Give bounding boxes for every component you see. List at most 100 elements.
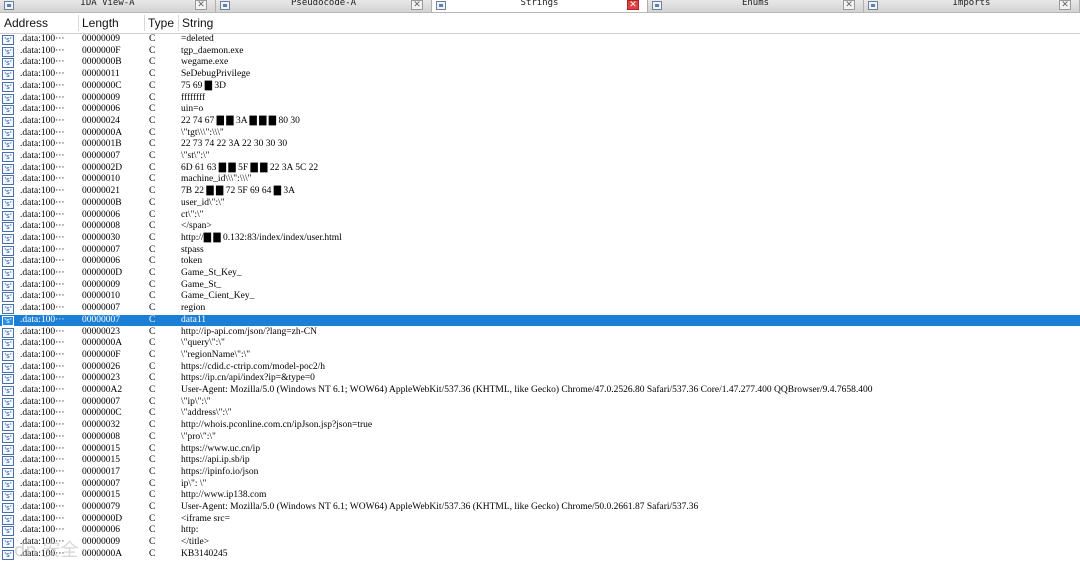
table-row[interactable]: .data:100··· 0000000F Ctgp_daemon.exe	[0, 46, 1080, 58]
column-header-type[interactable]: Type	[144, 13, 178, 33]
cell-address: .data:100···	[20, 373, 65, 384]
table-row[interactable]: .data:100··· 00000015 Chttps://api.ip.sb/i…	[0, 455, 1080, 467]
close-icon[interactable]: ✕	[195, 0, 207, 10]
string-item-icon	[2, 479, 14, 490]
table-row[interactable]: .data:100··· 0000000B Cuser_id\":\"	[0, 198, 1080, 210]
table-row[interactable]: .data:100··· 00000023 Chttp://ip-api.com/j…	[0, 327, 1080, 339]
table-row[interactable]: .data:100··· 0000000C C \"address\":\"	[0, 408, 1080, 420]
close-icon[interactable]: ✕	[843, 0, 855, 10]
table-row[interactable]: .data:100··· 00000009 Cffffffff	[0, 93, 1080, 105]
cell-string: http://ip-api.com/json/?lang=zh-CN	[181, 326, 317, 337]
tab-pseudocode[interactable]: Pseudocode-A ✕	[216, 0, 432, 12]
table-row[interactable]: .data:100··· 00000007 Cstpass	[0, 245, 1080, 257]
table-row[interactable]: .data:100··· 00000010 Cmachine_id\\\":\\\"	[0, 174, 1080, 186]
table-row[interactable]: .data:100···0000000ACKB3140245	[0, 549, 1080, 561]
table-row[interactable]: .data:100··· 00000017 Chttps://ipinfo.io/j…	[0, 467, 1080, 479]
cell-address: .data:100···	[20, 232, 65, 243]
string-item-icon	[2, 280, 14, 291]
tab-ida-view[interactable]: IDA View-A ✕	[0, 0, 216, 12]
cell-type: C	[149, 373, 156, 384]
cell-string: \"query\":\"	[181, 338, 225, 349]
cell-string: https://ip.cn/api/index?ip=&type=0	[181, 373, 315, 384]
cell-string: =deleted	[181, 34, 214, 44]
table-row[interactable]: .data:100··· 00000007 Cregion	[0, 303, 1080, 315]
cell-length: 0000000F	[82, 349, 121, 360]
cell-length: 0000000C	[82, 408, 122, 419]
table-row[interactable]: .data:100··· 00000009 C =deleted	[0, 34, 1080, 46]
cell-type: C	[149, 420, 156, 431]
table-row[interactable]: .data:100··· 00000008 C </span>	[0, 221, 1080, 233]
close-icon[interactable]: ✕	[411, 0, 423, 10]
table-row[interactable]: .data:100··· 00000023 Chttps://ip.cn/api/i…	[0, 373, 1080, 385]
cell-type: C	[149, 455, 156, 466]
tab-strings[interactable]: Strings ✕	[432, 0, 648, 12]
cell-address: .data:100···	[20, 162, 65, 173]
cell-type: C	[149, 466, 156, 477]
table-row[interactable]: .data:100···00000006Chttp:	[0, 525, 1080, 537]
table-row[interactable]: .data:100··· 0000000D C <iframe src=	[0, 514, 1080, 526]
cell-address: .data:100···	[20, 186, 65, 197]
cell-address: .data:100···	[20, 326, 65, 337]
cell-type: C	[149, 197, 156, 208]
cell-length: 0000000A	[82, 127, 123, 138]
table-row[interactable]: .data:100··· 0000000D C Game_St_Key_	[0, 268, 1080, 280]
table-row[interactable]: .data:100··· 00000030 Chttp://▇ ▇ 0.132:83…	[0, 233, 1080, 245]
close-icon[interactable]: ✕	[1059, 0, 1071, 10]
cell-address: .data:100···	[20, 197, 65, 208]
cell-string: user_id\":\"	[181, 197, 225, 208]
column-header-length[interactable]: Length	[78, 13, 144, 33]
cell-type: C	[149, 186, 156, 197]
cell-length: 0000000D	[82, 268, 123, 278]
table-row[interactable]: .data:100··· 0000001B C 22 73 74 22 3A 22 3…	[0, 139, 1080, 151]
table-row[interactable]: .data:100··· 0000002D C 6D 61 63 ▇ ▇ 5F ▇ ▇…	[0, 163, 1080, 175]
table-row[interactable]: .data:100··· 00000026 Chttps://cdid.c-ctri…	[0, 362, 1080, 374]
column-header-string[interactable]: String	[178, 13, 378, 33]
table-row[interactable]: .data:100··· 00000007 C \"ip\":\"	[0, 397, 1080, 409]
string-item-icon	[2, 222, 14, 233]
cell-address: .data:100···	[20, 420, 65, 431]
cell-type: C	[149, 232, 156, 243]
cell-address: .data:100···	[20, 303, 65, 314]
table-row[interactable]: .data:100··· 00000007 Cdata11	[0, 314, 1080, 327]
cell-type: C	[149, 291, 156, 302]
cell-length: 0000001B	[82, 139, 122, 150]
string-item-icon	[2, 397, 14, 408]
table-row[interactable]: .data:100··· 00000006 Ctoken	[0, 256, 1080, 268]
table-row[interactable]: .data:100··· 00000011 C SeDebugPrivilege	[0, 69, 1080, 81]
table-row[interactable]: .data:100··· 000000A2 C User-Agent: Mozilla…	[0, 385, 1080, 397]
table-row[interactable]: .data:100··· 00000007 Cip\": \"	[0, 479, 1080, 491]
string-item-icon	[2, 421, 14, 432]
cell-length: 0000000A	[82, 548, 123, 559]
table-row[interactable]: .data:100··· 00000024 C 22 74 67 ▇ ▇ 3A ▇ ▇…	[0, 116, 1080, 128]
table-row[interactable]: .data:100··· 00000015 Chttp://www.ip138.co…	[0, 490, 1080, 502]
table-row[interactable]: .data:100··· 00000006 Cct\":\"	[0, 210, 1080, 222]
table-row[interactable]: .data:100··· 0000000C C 75 69 ▇ 3D	[0, 81, 1080, 93]
table-row[interactable]: .data:100··· 00000021 C 7B 22 ▇ ▇ 72 5F 69 …	[0, 186, 1080, 198]
cell-string: tgp_daemon.exe	[181, 45, 244, 56]
table-row[interactable]: .data:100···00000009C</title>	[0, 537, 1080, 549]
table-row[interactable]: .data:100··· 00000008 C \"pro\":\"	[0, 432, 1080, 444]
table-row[interactable]: .data:100··· 0000000A C \"query\":\"	[0, 338, 1080, 350]
table-row[interactable]: .data:100··· 00000079 C User-Agent: Mozilla…	[0, 502, 1080, 514]
table-row[interactable]: .data:100··· 0000000A C \"tgt\\\":\\\"	[0, 128, 1080, 140]
table-row[interactable]: .data:100··· 00000006 Cuin=o	[0, 104, 1080, 116]
cell-address: .data:100···	[20, 45, 65, 56]
table-row[interactable]: .data:100··· 00000010 C Game_Cient_Key_	[0, 291, 1080, 303]
cell-string: https://api.ip.sb/ip	[181, 455, 250, 466]
cell-length: 0000002D	[82, 162, 123, 173]
table-row[interactable]: .data:100··· 0000000B Cwegame.exe	[0, 57, 1080, 69]
tab-imports[interactable]: Imports ✕	[864, 0, 1080, 12]
cell-type: C	[149, 431, 156, 442]
cell-length: 00000017	[82, 466, 120, 477]
string-item-icon	[2, 444, 14, 455]
ida-strings-window: IDA View-A ✕ Pseudocode-A ✕ Strings ✕ En…	[0, 0, 1080, 568]
close-icon[interactable]: ✕	[627, 0, 639, 10]
table-row[interactable]: .data:100··· 00000007 C \"st\":\"	[0, 151, 1080, 163]
tab-enums[interactable]: Enums ✕	[648, 0, 864, 12]
column-header-address[interactable]: Address	[0, 13, 78, 33]
cell-string: 7B 22 ▇ ▇ 72 5F 69 64 ▇ 3A	[181, 186, 296, 197]
table-row[interactable]: .data:100··· 00000032 Chttp://whois.pconli…	[0, 420, 1080, 432]
table-row[interactable]: .data:100··· 00000009 C Game_St_	[0, 280, 1080, 292]
table-row[interactable]: .data:100··· 00000015 Chttps://www.uc.cn/i…	[0, 444, 1080, 456]
table-row[interactable]: .data:100··· 0000000F C \"regionName\":\"	[0, 350, 1080, 362]
